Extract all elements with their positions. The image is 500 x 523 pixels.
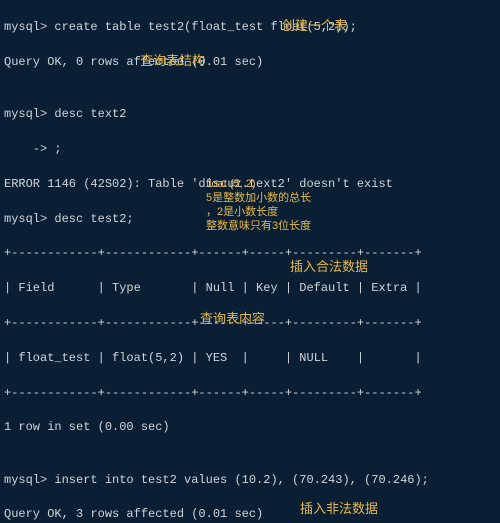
line-desc-text2: mysql> desc text2 <box>4 106 496 123</box>
annotation-select-content: 查询表内容 <box>200 310 265 329</box>
annotation-float-title: float (5, 2) <box>206 178 256 192</box>
line-query-ok-1: Query OK, 0 rows affected (0.01 sec) <box>4 54 496 71</box>
table-row: +------------+------------+------+-----+… <box>4 245 496 262</box>
annotation-float-line3: 整数意味只有3位长度 <box>206 220 311 234</box>
annotation-float-line2: ，2是小数长度 <box>206 206 278 220</box>
line-cont-1: -> ; <box>4 141 496 158</box>
mysql-terminal[interactable]: mysql> create table test2(float_test flo… <box>0 0 500 523</box>
annotation-float-line1: 5是整数加小数的总长 <box>206 192 311 206</box>
line-rowcount-1: 1 row in set (0.00 sec) <box>4 419 496 436</box>
table-row: | float_test | float(5,2) | YES | | NULL… <box>4 350 496 367</box>
table-row: | Field | Type | Null | Key | Default | … <box>4 280 496 297</box>
annotation-insert-illegal: 插入非法数据 <box>300 500 378 519</box>
annotation-insert-legal: 插入合法数据 <box>290 258 368 277</box>
line-insert-legal: mysql> insert into test2 values (10.2), … <box>4 472 496 489</box>
annotation-create-table: 创建一个表 <box>282 17 347 36</box>
line-create-table: mysql> create table test2(float_test flo… <box>4 19 496 36</box>
annotation-desc-struct: 查询表结构 <box>140 52 205 71</box>
table-row: +------------+------------+------+-----+… <box>4 385 496 402</box>
line-query-ok-2: Query OK, 3 rows affected (0.01 sec) <box>4 506 496 523</box>
